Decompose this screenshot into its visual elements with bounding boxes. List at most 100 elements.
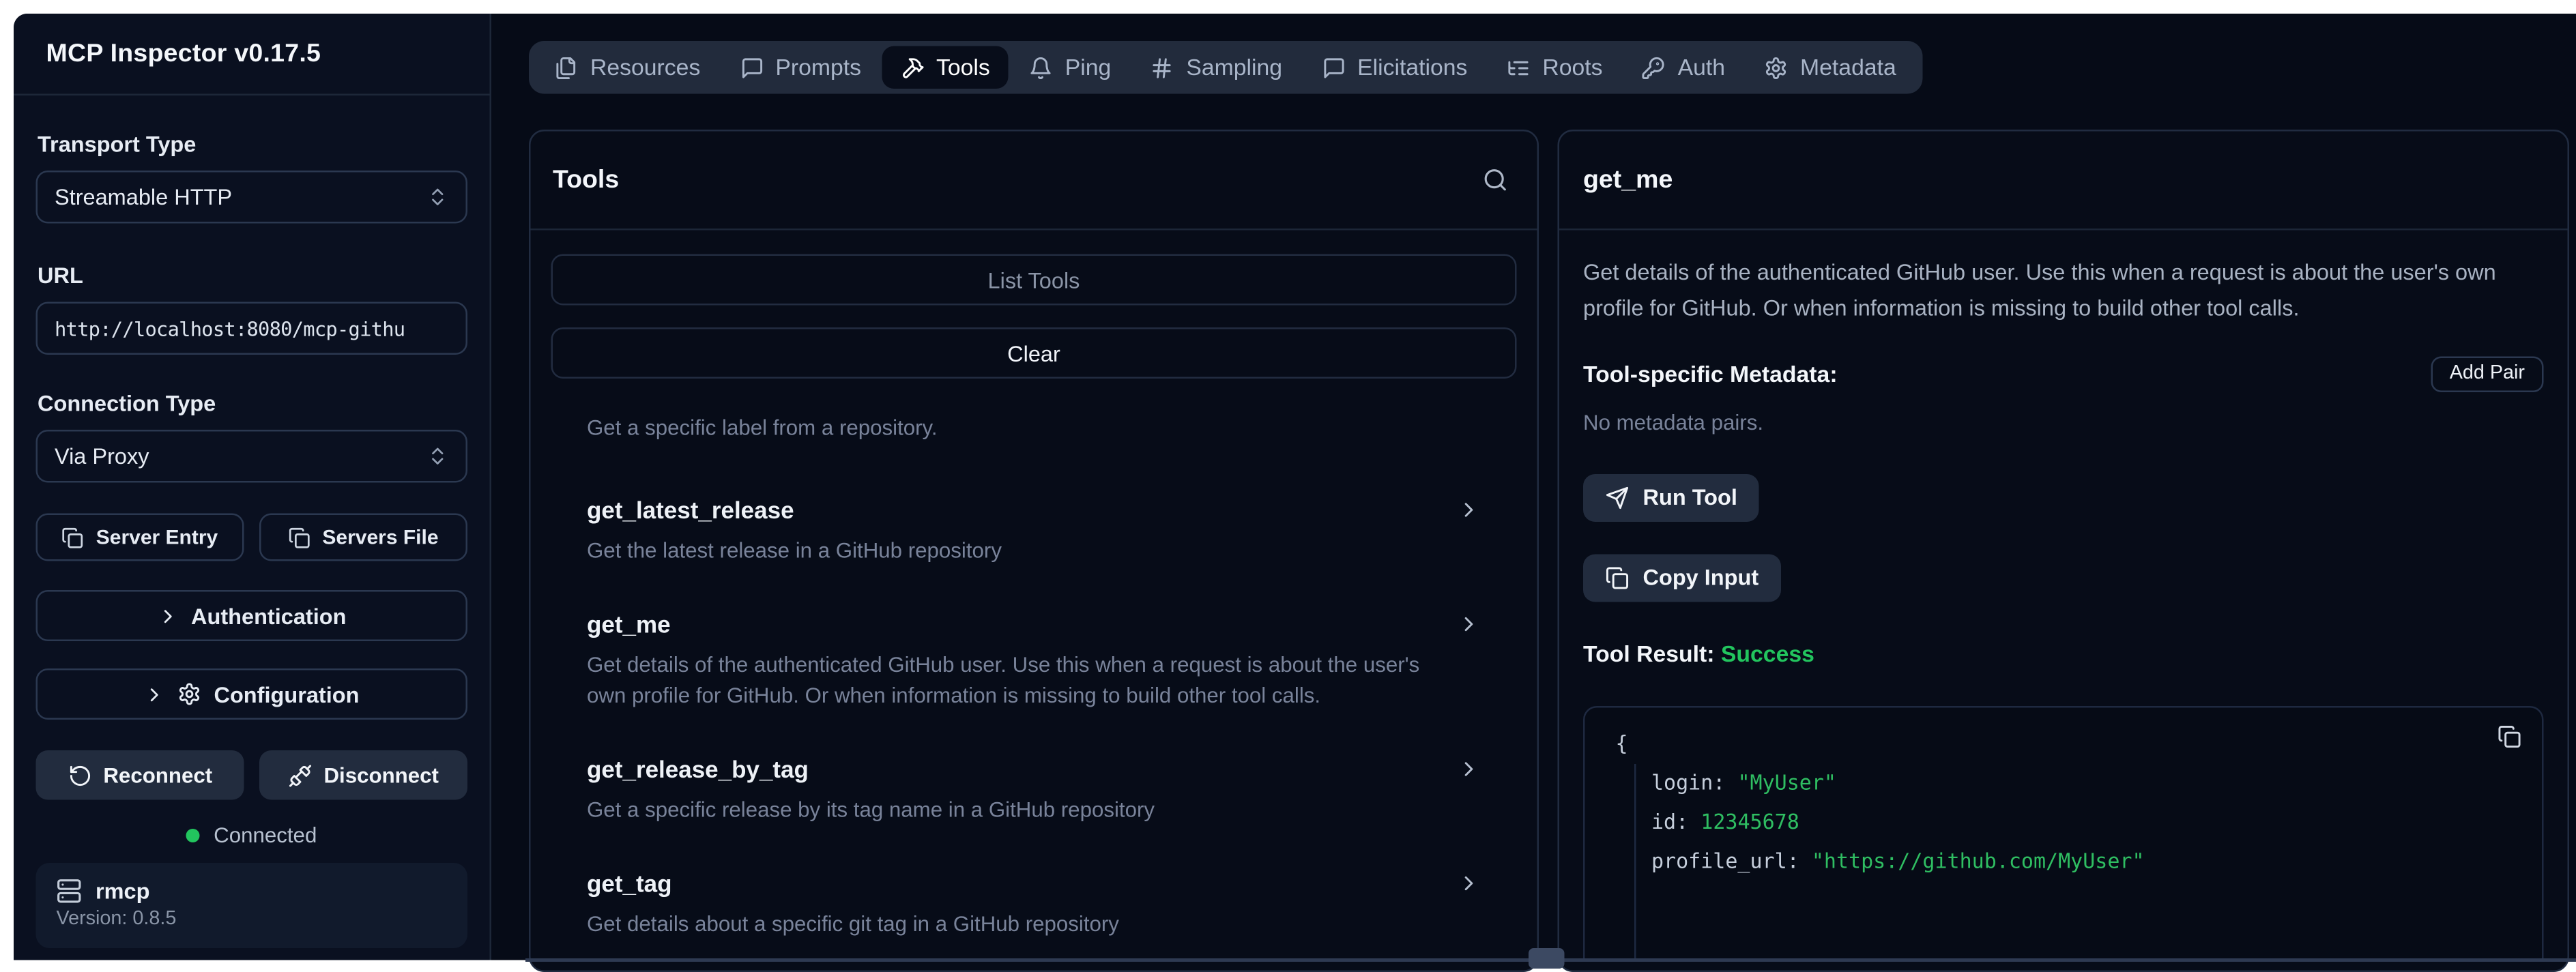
servers-file-label: Servers File — [322, 525, 438, 549]
server-entry-label: Server Entry — [96, 525, 218, 549]
rotate-ccw-icon — [68, 763, 91, 787]
configuration-label: Configuration — [214, 681, 359, 707]
tool-name: get_tag — [587, 870, 671, 898]
message-square-icon — [1322, 55, 1346, 79]
bell-icon — [1029, 55, 1053, 79]
server-entry-button[interactable]: Server Entry — [36, 514, 244, 561]
authentication-label: Authentication — [191, 603, 347, 629]
chevrons-up-down-icon — [426, 186, 449, 209]
status-text: Connected — [214, 824, 317, 848]
copy-icon — [62, 526, 85, 548]
tool-result-label: Tool Result: — [1583, 640, 1715, 666]
detail-panel-header: get_me — [1559, 132, 2568, 231]
servers-file-button[interactable]: Servers File — [259, 514, 467, 561]
key-icon — [1642, 55, 1666, 79]
disconnect-button[interactable]: Disconnect — [259, 750, 467, 800]
tab-roots[interactable]: Roots — [1488, 46, 1621, 89]
send-icon — [1606, 485, 1630, 509]
tool-result-json: { login: "MyUser" id: 12345678 p — [1583, 705, 2544, 960]
sidebar: MCP Inspector v0.17.5 Transport Type Str… — [14, 14, 491, 960]
run-tool-button[interactable]: Run Tool — [1583, 473, 1759, 521]
url-input[interactable] — [36, 302, 468, 355]
server-name: rmcp — [96, 879, 149, 904]
tool-result-line: Tool Result: Success — [1583, 640, 2544, 666]
tool-item-get-release-by-tag[interactable]: get_release_by_tag Get a specific releas… — [587, 756, 1481, 826]
panel-resize-handle[interactable] — [1529, 948, 1565, 969]
tools-panel-title: Tools — [553, 166, 619, 195]
authentication-toggle[interactable]: Authentication — [36, 590, 468, 641]
copy-icon — [288, 526, 310, 548]
add-pair-button[interactable]: Add Pair — [2431, 355, 2543, 392]
tab-elicitations[interactable]: Elicitations — [1303, 46, 1486, 89]
json-row-id: id: 12345678 — [1651, 802, 2518, 842]
tool-result-status: Success — [1721, 640, 1814, 666]
tool-name: get_me — [587, 610, 671, 638]
top-tab-bar: Resources Prompts Tools Ping Sampling El… — [529, 41, 1922, 94]
hash-icon — [1150, 55, 1174, 79]
chevron-right-icon — [1457, 757, 1481, 781]
transport-type-field: Transport Type Streamable HTTP — [36, 132, 468, 224]
unplug-icon — [288, 763, 312, 787]
tab-sampling[interactable]: Sampling — [1131, 46, 1301, 89]
app-title: MCP Inspector v0.17.5 — [46, 40, 321, 69]
chevron-right-icon — [157, 604, 179, 627]
clear-button[interactable]: Clear — [551, 327, 1517, 379]
transport-type-label: Transport Type — [38, 132, 466, 158]
tool-description: Get details of the authenticated GitHub … — [587, 649, 1481, 711]
tab-ping[interactable]: Ping — [1011, 46, 1130, 89]
server-card: rmcp Version: 0.8.5 — [36, 863, 468, 948]
hammer-icon — [900, 55, 924, 79]
app-surface: MCP Inspector v0.17.5 Transport Type Str… — [14, 14, 2576, 960]
tool-item-get-latest-release[interactable]: get_latest_release Get the latest releas… — [587, 496, 1481, 566]
tool-item-get-me[interactable]: get_me Get details of the authenticated … — [587, 610, 1481, 711]
files-icon — [555, 55, 579, 79]
tools-list-panel: Tools List Tools Clear Get a specific la… — [529, 130, 1539, 972]
json-open-brace: { — [1616, 726, 2519, 760]
copy-result-icon[interactable] — [2498, 724, 2521, 748]
configuration-toggle[interactable]: Configuration — [36, 668, 468, 720]
tool-detail-panel: get_me Get details of the authenticated … — [1558, 130, 2570, 972]
tool-item-get-tag[interactable]: get_tag Get details about a specific git… — [587, 870, 1481, 941]
no-metadata-text: No metadata pairs. — [1583, 410, 2544, 434]
tool-description-overflow: Get a specific label from a repository. — [587, 413, 1481, 445]
gear-icon — [1765, 55, 1789, 79]
chevron-right-icon — [1457, 612, 1481, 636]
tool-name: get_latest_release — [587, 496, 794, 523]
copy-icon — [1606, 565, 1630, 589]
connection-type-select[interactable]: Via Proxy — [36, 430, 468, 483]
url-label: URL — [38, 263, 466, 289]
tool-detail-description: Get details of the authenticated GitHub … — [1583, 256, 2544, 327]
connection-type-field: Connection Type Via Proxy — [36, 391, 468, 483]
tool-description: Get a specific release by its tag name i… — [587, 795, 1481, 825]
mcp-inspector-app: MCP Inspector v0.17.5 Transport Type Str… — [0, 0, 2576, 970]
connection-status: Connected — [36, 824, 468, 848]
transport-type-select[interactable]: Streamable HTTP — [36, 171, 468, 224]
tab-metadata[interactable]: Metadata — [1746, 46, 1915, 89]
json-row-profile-url: profile_url: "https://github.com/MyUser" — [1651, 842, 2518, 881]
chevron-right-icon — [144, 683, 167, 705]
metadata-label: Tool-specific Metadata: — [1583, 361, 1838, 387]
tool-description: Get the latest release in a GitHub repos… — [587, 535, 1481, 565]
reconnect-button[interactable]: Reconnect — [36, 750, 244, 800]
tab-prompts[interactable]: Prompts — [721, 46, 880, 89]
transport-type-value: Streamable HTTP — [55, 184, 232, 210]
tool-description: Get details about a specific git tag in … — [587, 909, 1481, 940]
search-icon[interactable] — [1483, 167, 1509, 193]
connection-type-label: Connection Type — [38, 391, 466, 417]
status-dot — [186, 829, 200, 842]
tool-name: get_release_by_tag — [587, 756, 809, 783]
copy-input-button[interactable]: Copy Input — [1583, 553, 1781, 601]
chevron-right-icon — [1457, 497, 1481, 521]
connection-type-value: Via Proxy — [55, 443, 149, 469]
tools-panel-header: Tools — [531, 132, 1537, 231]
disconnect-label: Disconnect — [323, 763, 438, 787]
tab-auth[interactable]: Auth — [1623, 46, 1744, 89]
json-row-login: login: "MyUser" — [1651, 763, 2518, 803]
list-tools-button[interactable]: List Tools — [551, 254, 1517, 306]
tab-tools[interactable]: Tools — [882, 46, 1009, 89]
chevron-right-icon — [1457, 872, 1481, 896]
detail-panel-title: get_me — [1583, 166, 1673, 195]
reconnect-label: Reconnect — [103, 763, 212, 787]
tab-resources[interactable]: Resources — [536, 46, 719, 89]
sidebar-header: MCP Inspector v0.17.5 — [14, 14, 490, 95]
